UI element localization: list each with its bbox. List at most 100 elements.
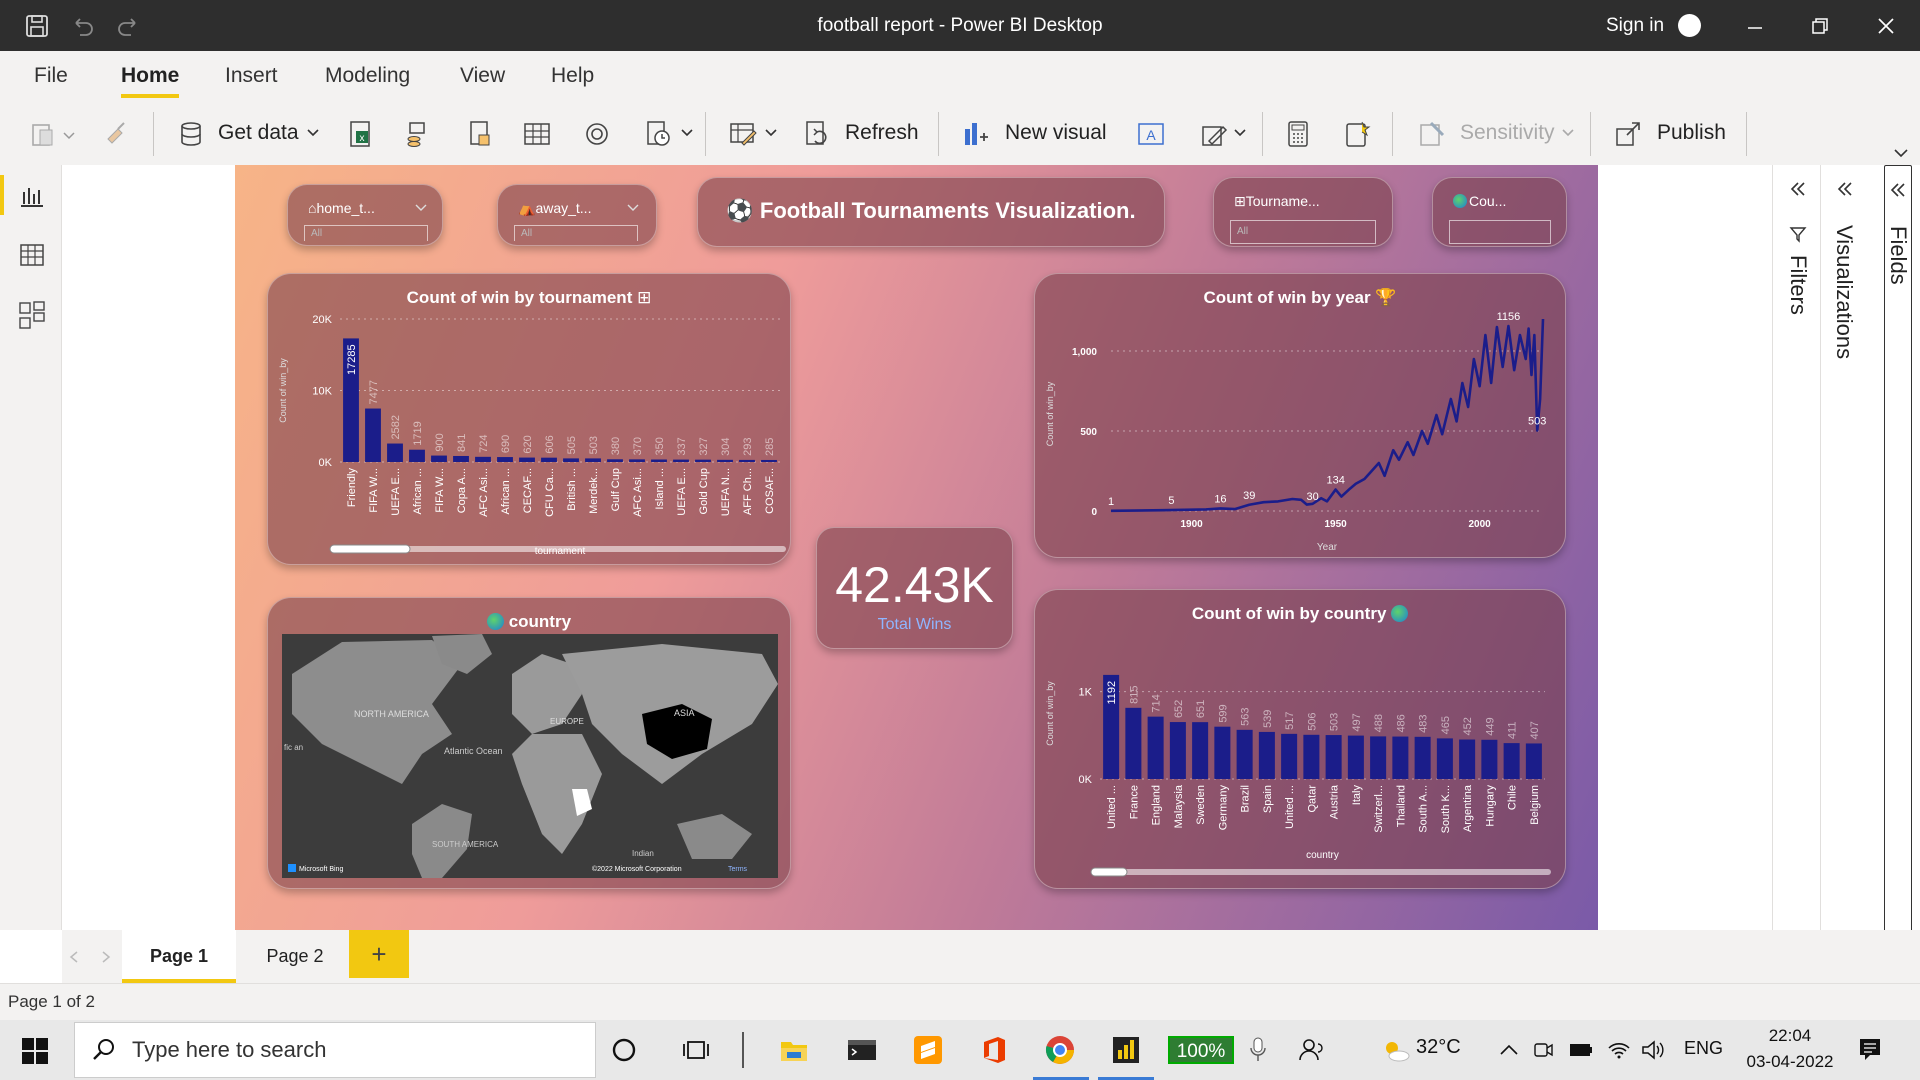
sign-in-link[interactable]: Sign in [1606, 0, 1664, 51]
new-measure-icon[interactable] [1283, 119, 1313, 149]
tab-page-2[interactable]: Page 2 [238, 930, 352, 983]
filters-pane[interactable]: Filters [1772, 165, 1820, 930]
clock-date[interactable]: 03-04-2022 [1735, 1052, 1845, 1072]
away-team-slicer-value[interactable]: All [514, 225, 638, 241]
country-slicer-value[interactable] [1449, 220, 1551, 244]
volume-icon[interactable] [1640, 1038, 1666, 1062]
fields-label[interactable]: Fields [1885, 226, 1911, 285]
chevron-down-icon[interactable] [414, 203, 428, 213]
expand-fields-icon[interactable] [1888, 180, 1908, 200]
more-visuals-dropdown-icon[interactable] [1233, 128, 1247, 138]
menu-view[interactable]: View [460, 51, 505, 101]
text-box-icon[interactable]: A [1136, 119, 1166, 149]
battery-badge[interactable]: 100% [1168, 1036, 1234, 1064]
tournament-bar-chart[interactable]: 0K 10K 20K 17285 Friendly 7477 FIFA W... 2582 UE… [268, 274, 792, 566]
filters-label[interactable]: Filters [1785, 255, 1811, 315]
home-team-slicer-value[interactable]: All [304, 225, 428, 241]
more-visuals-icon[interactable] [1199, 119, 1229, 149]
model-view-icon[interactable] [18, 300, 46, 330]
enter-data-icon[interactable] [522, 119, 552, 149]
clock-time[interactable]: 22:04 [1745, 1026, 1835, 1046]
quick-measure-icon[interactable] [1342, 119, 1372, 149]
map-card[interactable]: country NORTH AMERICA EUROPE ASIA Atlant… [267, 597, 791, 889]
add-page-button[interactable]: + [349, 930, 409, 978]
taskbar-search[interactable]: Type here to search [74, 1022, 596, 1078]
language-indicator[interactable]: ENG [1684, 1038, 1723, 1059]
wifi-icon[interactable] [1606, 1038, 1632, 1062]
people-icon[interactable] [1296, 1034, 1328, 1066]
redo-icon[interactable] [115, 13, 141, 39]
data-hub-icon[interactable] [402, 119, 432, 149]
office-icon[interactable] [978, 1034, 1010, 1066]
chevron-down-icon[interactable] [626, 203, 640, 213]
tournament-chart-card[interactable]: Count of win by tournament ⊞ 0K 10K 20K 172… [267, 273, 791, 565]
save-icon[interactable] [24, 13, 50, 39]
home-team-slicer[interactable]: ⌂home_t... All [287, 184, 443, 246]
format-painter-icon[interactable] [102, 119, 132, 149]
visualizations-label[interactable]: Visualizations [1831, 225, 1857, 359]
refresh-button[interactable]: Refresh [845, 101, 919, 165]
new-visual-button[interactable]: New visual [1005, 101, 1107, 165]
battery-icon[interactable] [1568, 1038, 1594, 1062]
menu-file[interactable]: File [34, 51, 68, 101]
transform-dropdown-icon[interactable] [764, 128, 778, 138]
refresh-icon[interactable] [802, 119, 832, 149]
menu-help[interactable]: Help [551, 51, 594, 101]
tab-page-1[interactable]: Page 1 [122, 930, 236, 983]
expand-filters-icon[interactable] [1788, 179, 1808, 199]
visualizations-pane[interactable]: Visualizations [1820, 165, 1868, 930]
get-data-dropdown-icon[interactable] [306, 128, 320, 138]
expand-visualizations-icon[interactable] [1835, 179, 1855, 199]
publish-icon[interactable] [1613, 119, 1643, 149]
recent-sources-icon[interactable] [643, 119, 673, 149]
new-visual-icon[interactable] [960, 119, 990, 149]
task-view-icon[interactable] [680, 1034, 712, 1066]
tournament-slicer-value[interactable]: All [1230, 220, 1376, 244]
transform-data-icon[interactable] [728, 119, 758, 149]
get-data-button[interactable]: Get data [218, 101, 299, 165]
menu-modeling[interactable]: Modeling [325, 51, 410, 101]
year-chart-card[interactable]: Count of win by year 🏆 0 500 1,000 1900 1950… [1034, 273, 1566, 558]
map-terms-link[interactable]: Terms [728, 866, 748, 873]
avatar[interactable] [1678, 14, 1701, 37]
restore-icon[interactable] [1810, 16, 1830, 36]
excel-icon[interactable]: x [346, 119, 376, 149]
scroll-right-icon[interactable] [100, 950, 112, 964]
collapse-ribbon-icon[interactable] [1893, 148, 1909, 158]
terminal-icon[interactable] [846, 1034, 878, 1066]
away-team-slicer[interactable]: ⛺away_t... All [497, 184, 657, 246]
sql-server-icon[interactable] [465, 119, 495, 149]
chrome-icon[interactable] [1044, 1034, 1076, 1066]
tournament-slicer[interactable]: ⊞Tourname... All [1213, 177, 1393, 247]
publish-button[interactable]: Publish [1657, 101, 1726, 165]
paste-dropdown-icon[interactable] [62, 131, 76, 141]
year-line-chart[interactable]: 05001,0001900 1950 20001 5 3916134301156503C… [1035, 274, 1567, 559]
database-icon[interactable] [176, 119, 206, 149]
recent-sources-dropdown-icon[interactable] [680, 128, 694, 138]
menu-insert[interactable]: Insert [225, 51, 278, 101]
file-explorer-icon[interactable] [778, 1034, 810, 1066]
undo-icon[interactable] [70, 13, 96, 39]
chevron-up-icon[interactable] [1498, 1040, 1520, 1060]
fields-pane[interactable]: Fields [1884, 165, 1912, 965]
scroll-left-icon[interactable] [68, 950, 80, 964]
meet-now-icon[interactable] [1532, 1038, 1554, 1062]
minimize-icon[interactable] [1745, 16, 1765, 36]
cortana-icon[interactable] [608, 1034, 640, 1066]
country-bar-chart[interactable]: 0K 1K 1192 United ... 815 France 714 England 652… [1035, 590, 1567, 890]
weather-icon[interactable] [1380, 1034, 1412, 1066]
bar [1370, 736, 1387, 779]
report-view-icon[interactable] [18, 182, 46, 208]
windows-start-icon[interactable] [22, 1038, 48, 1064]
power-bi-icon[interactable] [1110, 1034, 1142, 1066]
world-map[interactable]: NORTH AMERICA EUROPE ASIA Atlantic Ocean… [282, 634, 778, 878]
country-slicer[interactable]: Cou... [1432, 177, 1567, 247]
dataverse-icon[interactable] [582, 119, 612, 149]
table-view-icon[interactable] [18, 242, 46, 268]
country-chart-card[interactable]: Count of win by country 0K 1K 1192 United .… [1034, 589, 1566, 889]
close-icon[interactable] [1876, 16, 1896, 36]
paste-icon[interactable] [28, 119, 58, 149]
sublime-text-icon[interactable] [912, 1034, 944, 1066]
microphone-icon[interactable] [1248, 1036, 1268, 1064]
notifications-icon[interactable] [1857, 1036, 1883, 1064]
